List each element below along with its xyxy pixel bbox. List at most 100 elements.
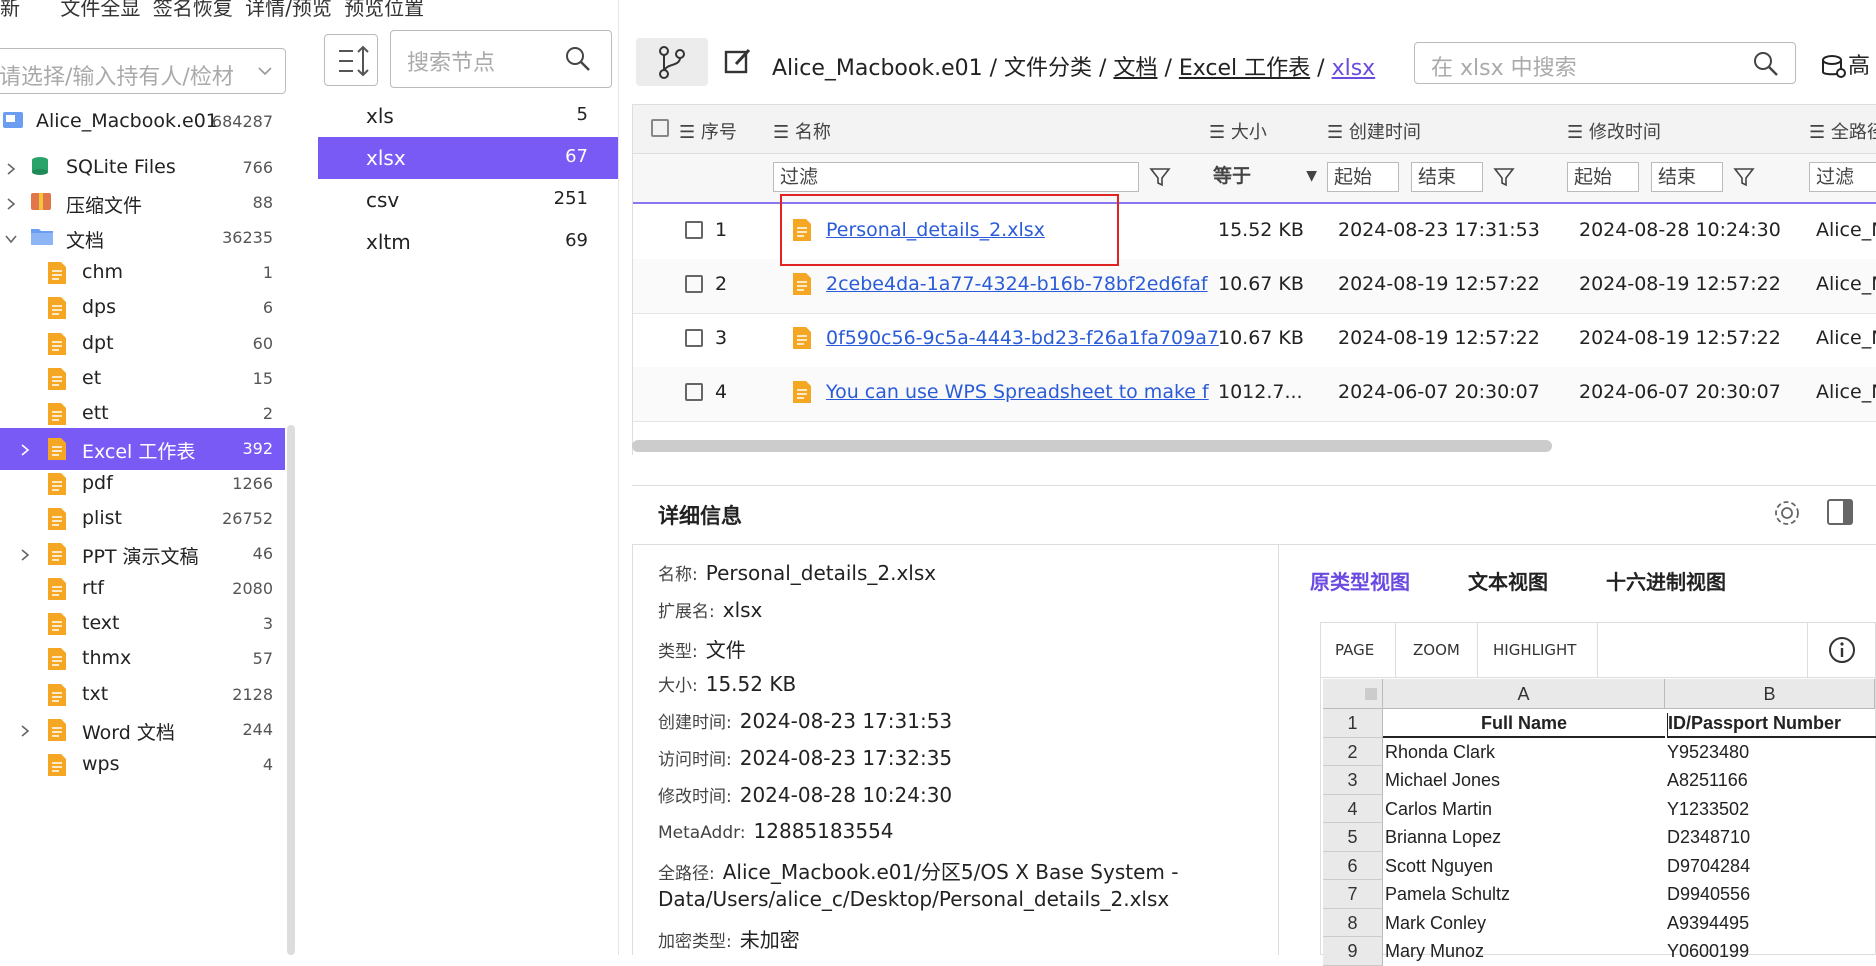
row-checkbox[interactable] — [685, 221, 703, 239]
owner-select[interactable]: 请选择/输入持有人/检材 — [0, 48, 286, 94]
col-header-modified[interactable]: ☰ 修改时间 — [1567, 118, 1661, 144]
breadcrumb-item-xlsx[interactable]: xlsx — [1332, 56, 1376, 81]
table-row[interactable]: 4 You can use WPS Spreadsheet to make f 10… — [633, 367, 1876, 422]
xlsx-search-input[interactable]: 在 xlsx 中搜索 — [1414, 42, 1796, 84]
modified-start-input[interactable]: 起始 — [1567, 162, 1639, 192]
menu-item-preview-position[interactable]: 预览位置 — [344, 0, 424, 20]
chevron-right-icon[interactable] — [18, 545, 32, 567]
col-header-index[interactable]: ☰ 序号 — [679, 118, 737, 144]
file-name-link[interactable]: 0f590c56-9c5a-4443-bd23-f26a1fa709a7 — [826, 327, 1228, 349]
sheet-cell-name[interactable]: Carlos Martin — [1385, 799, 1663, 820]
modified-end-input[interactable]: 结束 — [1651, 162, 1723, 192]
row-checkbox[interactable] — [685, 383, 703, 401]
sheet-cell-name[interactable]: Brianna Lopez — [1385, 827, 1663, 848]
file-name-link[interactable]: You can use WPS Spreadsheet to make f — [826, 381, 1228, 403]
sheet-row-header[interactable]: 6 — [1323, 851, 1383, 880]
created-start-input[interactable]: 起始 — [1327, 162, 1399, 192]
col-header-name[interactable]: ☰ 名称 — [773, 118, 831, 144]
chevron-right-icon[interactable] — [4, 159, 18, 181]
sheet-cell-name[interactable]: Rhonda Clark — [1385, 742, 1663, 763]
chevron-right-icon[interactable] — [18, 721, 32, 743]
row-checkbox[interactable] — [685, 275, 703, 293]
select-all-checkbox[interactable] — [651, 119, 669, 137]
tree-scrollbar[interactable] — [287, 425, 295, 955]
sheet-row-header[interactable]: 3 — [1323, 766, 1383, 795]
table-row[interactable]: 2 2cebe4da-1a77-4324-b16b-78bf2ed6faf 10.6… — [633, 259, 1876, 314]
table-row[interactable]: 3 0f590c56-9c5a-4443-bd23-f26a1fa709a7 10.… — [633, 313, 1876, 368]
tab-text-view[interactable]: 文本视图 — [1468, 570, 1548, 594]
tab-hex-view[interactable]: 十六进制视图 — [1606, 570, 1726, 594]
breadcrumb-item-root[interactable]: Alice_Macbook.e01 — [772, 56, 983, 81]
sheet-cell-name[interactable]: Pamela Schultz — [1385, 884, 1663, 905]
sheet-header-cell[interactable]: ID/Passport Number — [1667, 713, 1876, 738]
sheet-row-header[interactable]: 8 — [1323, 908, 1383, 937]
node-search-input[interactable]: 搜索节点 — [390, 30, 612, 88]
chevron-down-icon[interactable] — [4, 229, 18, 251]
file-name-link[interactable]: 2cebe4da-1a77-4324-b16b-78bf2ed6faf — [826, 273, 1228, 295]
col-header-path[interactable]: ☰ 全路径 — [1809, 118, 1876, 144]
sheet-cell-id[interactable]: A8251166 — [1667, 770, 1875, 791]
path-filter-input[interactable]: 过滤 — [1809, 162, 1876, 192]
corner-cell[interactable] — [1323, 679, 1383, 709]
created-end-input[interactable]: 结束 — [1411, 162, 1483, 192]
breadcrumb-item-excel[interactable]: Excel 工作表 — [1179, 56, 1310, 81]
sheet-cell-id[interactable]: Y0600199 — [1667, 941, 1875, 962]
size-filter-select[interactable]: 等于 ▼ — [1207, 162, 1321, 192]
col-header-created[interactable]: ☰ 创建时间 — [1327, 118, 1421, 144]
page-button[interactable]: PAGE — [1335, 641, 1374, 659]
tree-item-label: et — [82, 366, 102, 389]
gear-icon[interactable] — [1772, 498, 1802, 532]
sheet-cell-id[interactable]: A9394495 — [1667, 913, 1875, 934]
info-icon[interactable] — [1827, 635, 1857, 669]
filter-icon[interactable] — [1493, 166, 1515, 192]
highlight-button[interactable]: HIGHLIGHT — [1493, 641, 1576, 659]
row-checkbox[interactable] — [685, 329, 703, 347]
tree-item-label: ett — [82, 401, 109, 424]
advanced-search-button[interactable]: 高 — [1820, 48, 1870, 81]
sheet-row-header[interactable]: 1 — [1323, 709, 1383, 738]
sheet-row-header[interactable]: 7 — [1323, 880, 1383, 909]
sheet-cell-id[interactable]: D9940556 — [1667, 884, 1875, 905]
search-icon[interactable] — [1753, 51, 1779, 81]
sheet-cell-id[interactable]: Y1233502 — [1667, 799, 1875, 820]
edit-icon[interactable] — [722, 46, 754, 82]
sheet-cell-name[interactable]: Mark Conley — [1385, 913, 1663, 934]
extension-item[interactable]: xltm 69 — [318, 221, 618, 263]
detail-size-key: 大小: — [658, 676, 698, 696]
search-icon[interactable] — [565, 46, 591, 76]
panel-toggle-icon[interactable] — [1826, 498, 1854, 530]
extension-item[interactable]: xlsx 67 — [318, 137, 618, 179]
detail-mtime-key: 修改时间: — [658, 787, 732, 807]
extension-item[interactable]: xls 5 — [318, 95, 618, 137]
sheet-row-header[interactable]: 9 — [1323, 937, 1383, 966]
col-header-a[interactable]: A — [1383, 679, 1665, 709]
sort-button[interactable] — [324, 34, 378, 86]
chevron-right-icon[interactable] — [4, 194, 18, 216]
filter-icon[interactable] — [1733, 166, 1755, 192]
sheet-cell-name[interactable]: Mary Munoz — [1385, 941, 1663, 962]
col-header-size[interactable]: ☰ 大小 — [1209, 118, 1267, 144]
sheet-cell-name[interactable]: Scott Nguyen — [1385, 856, 1663, 877]
name-filter-input[interactable]: 过滤 — [773, 162, 1139, 192]
sheet-cell-name[interactable]: Michael Jones — [1385, 770, 1663, 791]
tree-item[interactable]: Alice_Macbook.e01 684287 — [0, 101, 285, 143]
sheet-row-header[interactable]: 5 — [1323, 823, 1383, 852]
chevron-right-icon[interactable] — [18, 440, 32, 462]
tree-item[interactable]: wps 4 — [0, 744, 285, 786]
sheet-cell-id[interactable]: D2348710 — [1667, 827, 1875, 848]
branch-button[interactable] — [636, 38, 708, 86]
sheet-cell-id[interactable]: D9704284 — [1667, 856, 1875, 877]
col-header-b[interactable]: B — [1665, 679, 1875, 709]
zoom-button[interactable]: ZOOM — [1413, 641, 1460, 659]
table-horizontal-scrollbar[interactable] — [632, 440, 1552, 452]
filter-icon[interactable] — [1149, 166, 1171, 192]
tab-raw-view[interactable]: 原类型视图 — [1310, 570, 1410, 594]
sheet-header-cell[interactable]: Full Name — [1383, 713, 1665, 738]
breadcrumb-item-docs[interactable]: 文档 — [1113, 56, 1157, 81]
extension-item[interactable]: csv 251 — [318, 179, 618, 221]
breadcrumb-item-category[interactable]: 文件分类 — [1004, 56, 1092, 81]
sheet-cell-id[interactable]: Y9523480 — [1667, 742, 1875, 763]
size-filter-value: 等于 — [1213, 165, 1252, 187]
sheet-row-header[interactable]: 2 — [1323, 737, 1383, 766]
sheet-row-header[interactable]: 4 — [1323, 794, 1383, 823]
